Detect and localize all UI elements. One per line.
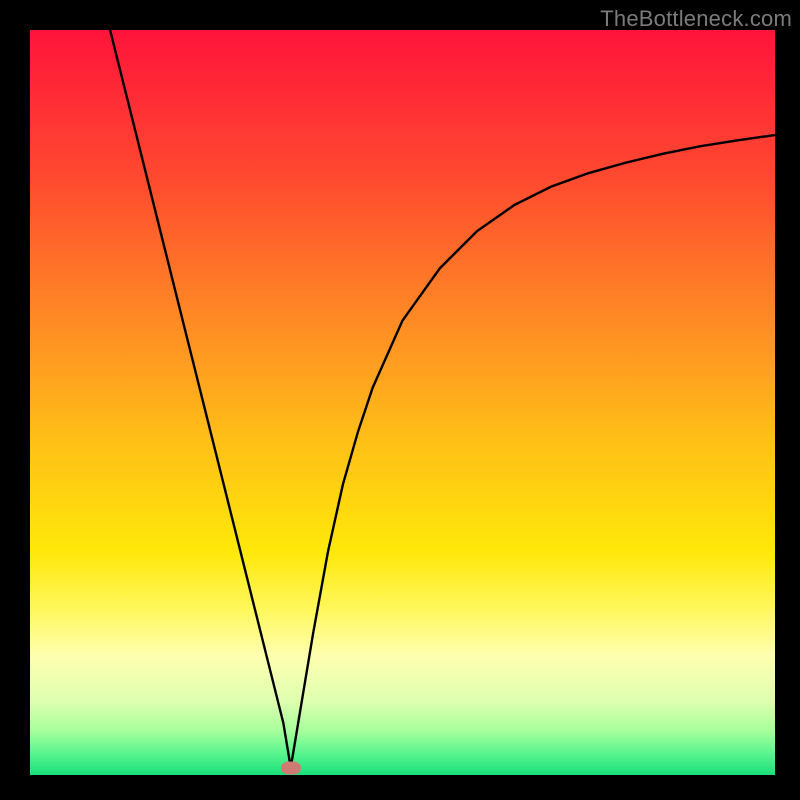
chart-frame: TheBottleneck.com <box>0 0 800 800</box>
optimal-marker <box>281 761 301 774</box>
curve-layer <box>30 30 775 775</box>
bottleneck-curve <box>105 30 776 768</box>
watermark-text: TheBottleneck.com <box>600 6 792 32</box>
plot-area <box>30 30 775 775</box>
